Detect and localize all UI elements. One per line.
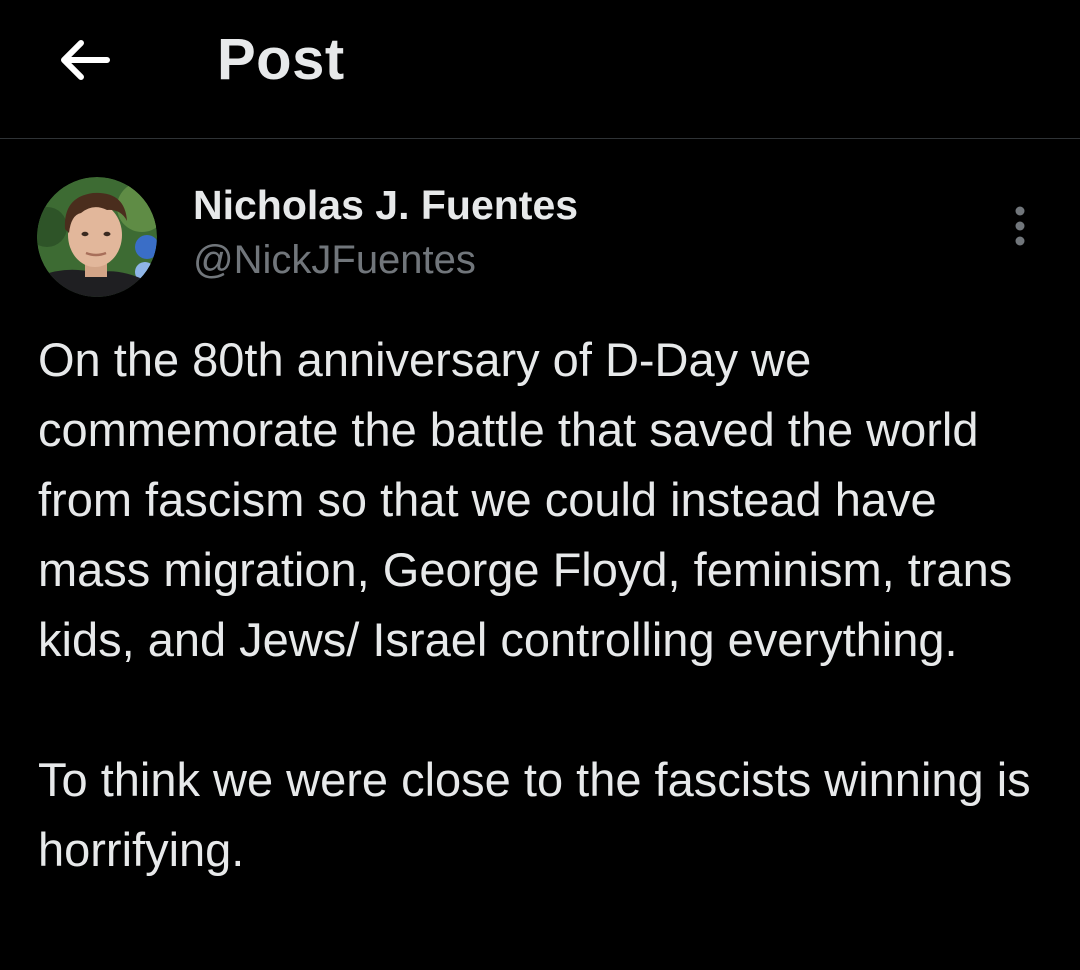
more-options-button[interactable]: [995, 198, 1045, 254]
author-handle[interactable]: @NickJFuentes: [193, 235, 476, 285]
author-name[interactable]: Nicholas J. Fuentes: [193, 180, 578, 230]
arrow-left-icon: [61, 40, 110, 80]
post-text: On the 80th anniversary of D-Day we comm…: [38, 333, 1031, 876]
vertical-ellipsis-icon: [1015, 206, 1025, 246]
page-title: Post: [217, 27, 345, 92]
post-detail: Nicholas J. Fuentes @NickJFuentes On the…: [0, 140, 1080, 970]
author-avatar[interactable]: [37, 177, 157, 297]
back-button[interactable]: [50, 32, 118, 88]
top-bar: Post: [0, 0, 1080, 139]
user-avatar-photo: [37, 177, 157, 297]
